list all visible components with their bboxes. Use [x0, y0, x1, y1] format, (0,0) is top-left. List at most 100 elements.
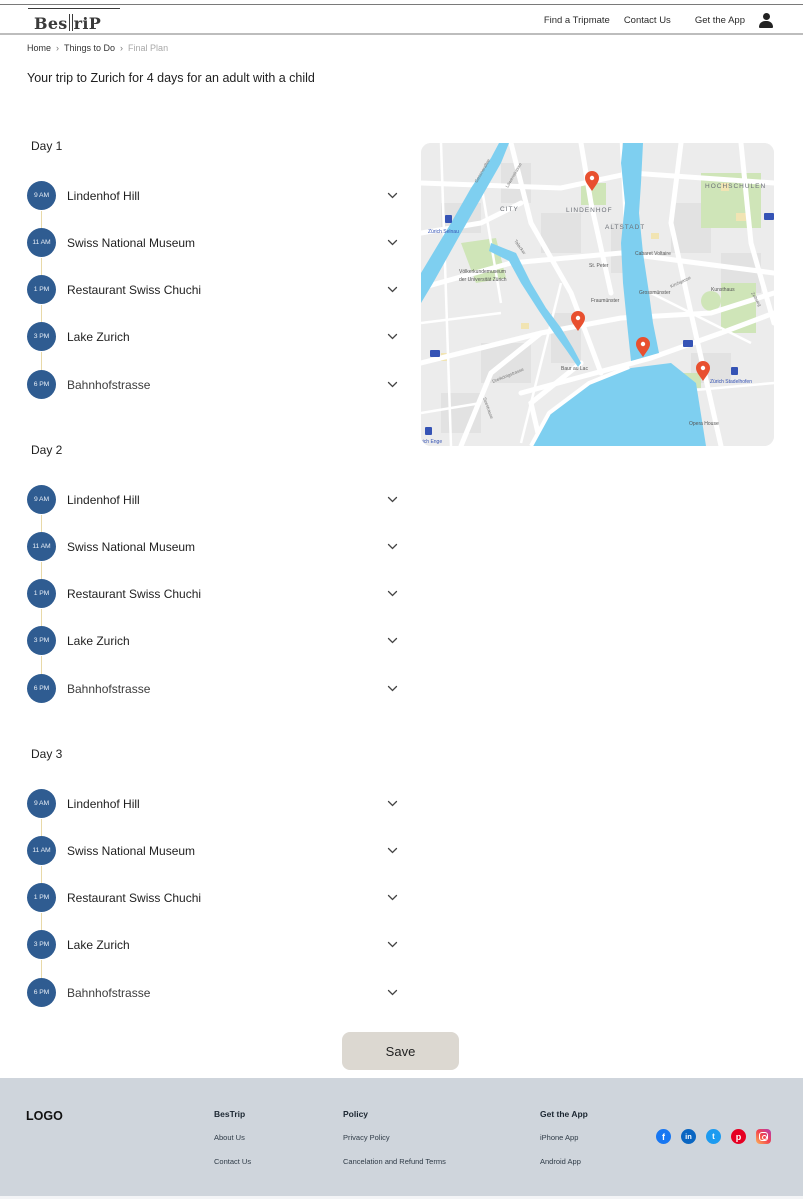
itinerary-stop[interactable]: 11 AM Swiss National Museum — [27, 532, 402, 562]
chevron-right-icon: › — [120, 43, 124, 53]
facebook-icon[interactable]: f — [656, 1129, 671, 1144]
map-label-grossmuenster: Grossmünster — [639, 290, 671, 296]
map-label-selnau: Zürich Selnau — [428, 229, 459, 235]
stop-name: Lindenhof Hill — [67, 493, 140, 507]
time-badge: 1 PM — [27, 883, 56, 912]
map-label-enge: rich Enge — [421, 439, 442, 445]
map-label-cabaret: Cabaret Voltaire — [635, 251, 671, 257]
tram-icon — [430, 350, 440, 357]
breadcrumb-things-to-do[interactable]: Things to Do — [64, 43, 115, 53]
nav-contact-us[interactable]: Contact Us — [624, 15, 671, 26]
timeline-connector — [41, 866, 42, 883]
user-icon[interactable] — [759, 13, 773, 28]
timeline-connector — [41, 913, 42, 930]
itinerary-stop[interactable]: 3 PM Lake Zurich — [27, 930, 402, 960]
chevron-down-icon[interactable] — [387, 798, 398, 809]
timeline-connector — [41, 819, 42, 836]
itinerary-stop[interactable]: 9 AM Lindenhof Hill — [27, 485, 402, 515]
chevron-down-icon[interactable] — [387, 892, 398, 903]
itinerary-map[interactable]: CITY LINDENHOF ALTSTADT HOCHSCHULEN Völk… — [421, 143, 774, 446]
stop-name: Lindenhof Hill — [67, 797, 140, 811]
chevron-down-icon[interactable] — [387, 845, 398, 856]
logo-divider — [68, 14, 70, 31]
nav-get-the-app[interactable]: Get the App — [695, 15, 745, 26]
instagram-icon[interactable] — [756, 1129, 771, 1144]
timeline-connector — [41, 656, 42, 674]
timeline-connector — [41, 562, 42, 579]
chevron-down-icon[interactable] — [387, 237, 398, 248]
chevron-down-icon[interactable] — [387, 987, 398, 998]
itinerary-stop[interactable]: 9 AM Lindenhof Hill — [27, 181, 402, 211]
bestrip-logo[interactable]: Bes riP — [28, 8, 120, 34]
chevron-down-icon[interactable] — [387, 588, 398, 599]
itinerary-stop[interactable]: 1 PM Restaurant Swiss Chuchi — [27, 883, 402, 913]
chevron-down-icon[interactable] — [387, 939, 398, 950]
stop-name: Lake Zurich — [67, 938, 130, 952]
footer-column-get-the-app: Get the App iPhone App Android App — [540, 1109, 588, 1181]
footer-column-title: Policy — [343, 1109, 369, 1119]
chevron-down-icon[interactable] — [387, 683, 398, 694]
map-label-hochschulen: HOCHSCHULEN — [705, 183, 766, 190]
logo-rule — [28, 8, 120, 9]
stop-name: Bahnhofstrasse — [67, 986, 151, 1000]
footer-link-about-us[interactable]: About Us — [214, 1133, 251, 1142]
breadcrumb-final-plan: Final Plan — [128, 43, 169, 53]
chevron-down-icon[interactable] — [387, 331, 398, 342]
day-title: Day 3 — [31, 747, 63, 761]
breadcrumb-home[interactable]: Home — [27, 43, 51, 53]
chevron-down-icon[interactable] — [387, 379, 398, 390]
save-button[interactable]: Save — [342, 1032, 459, 1070]
stop-name: Swiss National Museum — [67, 540, 196, 554]
itinerary-stop[interactable]: 11 AM Swiss National Museum — [27, 836, 402, 866]
itinerary-stop[interactable]: 6 PM Bahnhofstrasse — [27, 978, 402, 1008]
footer-column-bestrip: BesTrip About Us Contact Us — [214, 1109, 251, 1181]
time-badge: 11 AM — [27, 836, 56, 865]
breadcrumb: Home › Things to Do › Final Plan — [27, 43, 168, 53]
time-badge: 11 AM — [27, 532, 56, 561]
train-station-icon — [445, 215, 452, 223]
logo-divider — [71, 14, 73, 31]
footer: LOGO BesTrip About Us Contact Us Policy … — [0, 1078, 803, 1196]
itinerary-stop[interactable]: 1 PM Restaurant Swiss Chuchi — [27, 275, 402, 305]
social-links: f in t p — [656, 1129, 781, 1144]
time-badge: 6 PM — [27, 674, 56, 703]
itinerary-stop[interactable]: 3 PM Lake Zurich — [27, 322, 402, 352]
time-badge: 6 PM — [27, 370, 56, 399]
chevron-down-icon[interactable] — [387, 284, 398, 295]
map-label-stadelhofen: Zürich Stadelhofen — [710, 379, 752, 385]
footer-link-refund-terms[interactable]: Cancelation and Refund Terms — [343, 1157, 446, 1166]
footer-column-policy: Policy Privacy Policy Cancelation and Re… — [343, 1109, 446, 1181]
footer-link-iphone-app[interactable]: iPhone App — [540, 1133, 588, 1142]
chevron-down-icon[interactable] — [387, 541, 398, 552]
footer-column-title: BesTrip — [214, 1109, 246, 1119]
stop-name: Swiss National Museum — [67, 236, 196, 250]
itinerary-stop[interactable]: 3 PM Lake Zurich — [27, 626, 402, 656]
footer-link-contact-us[interactable]: Contact Us — [214, 1157, 251, 1166]
itinerary-stop[interactable]: 11 AM Swiss National Museum — [27, 228, 402, 258]
time-badge: 3 PM — [27, 930, 56, 959]
itinerary-stop[interactable]: 6 PM Bahnhofstrasse — [27, 370, 402, 400]
map-label-lindenhof: LINDENHOF — [566, 207, 613, 214]
footer-link-privacy-policy[interactable]: Privacy Policy — [343, 1133, 446, 1142]
nav-find-tripmate[interactable]: Find a Tripmate — [544, 15, 610, 26]
stop-name: Swiss National Museum — [67, 844, 196, 858]
stop-name: Bahnhofstrasse — [67, 682, 151, 696]
itinerary-stop[interactable]: 1 PM Restaurant Swiss Chuchi — [27, 579, 402, 609]
timeline-connector — [41, 515, 42, 532]
chevron-down-icon[interactable] — [387, 494, 398, 505]
footer-column-title: Get the App — [540, 1109, 588, 1119]
map-label-kunsthaus: Kunsthaus — [711, 287, 735, 293]
chevron-down-icon[interactable] — [387, 190, 398, 201]
map-label-fraumuenster: Fraumünster — [591, 298, 620, 304]
footer-link-android-app[interactable]: Android App — [540, 1157, 588, 1166]
itinerary-stop[interactable]: 6 PM Bahnhofstrasse — [27, 674, 402, 704]
linkedin-icon[interactable]: in — [681, 1129, 696, 1144]
chevron-down-icon[interactable] — [387, 635, 398, 646]
tram-icon — [764, 213, 774, 220]
time-badge: 9 AM — [27, 181, 56, 210]
twitter-icon[interactable]: t — [706, 1129, 721, 1144]
itinerary-stop[interactable]: 9 AM Lindenhof Hill — [27, 789, 402, 819]
pinterest-icon[interactable]: p — [731, 1129, 746, 1144]
page-title: Your trip to Zurich for 4 days for an ad… — [27, 71, 315, 85]
time-badge: 11 AM — [27, 228, 56, 257]
